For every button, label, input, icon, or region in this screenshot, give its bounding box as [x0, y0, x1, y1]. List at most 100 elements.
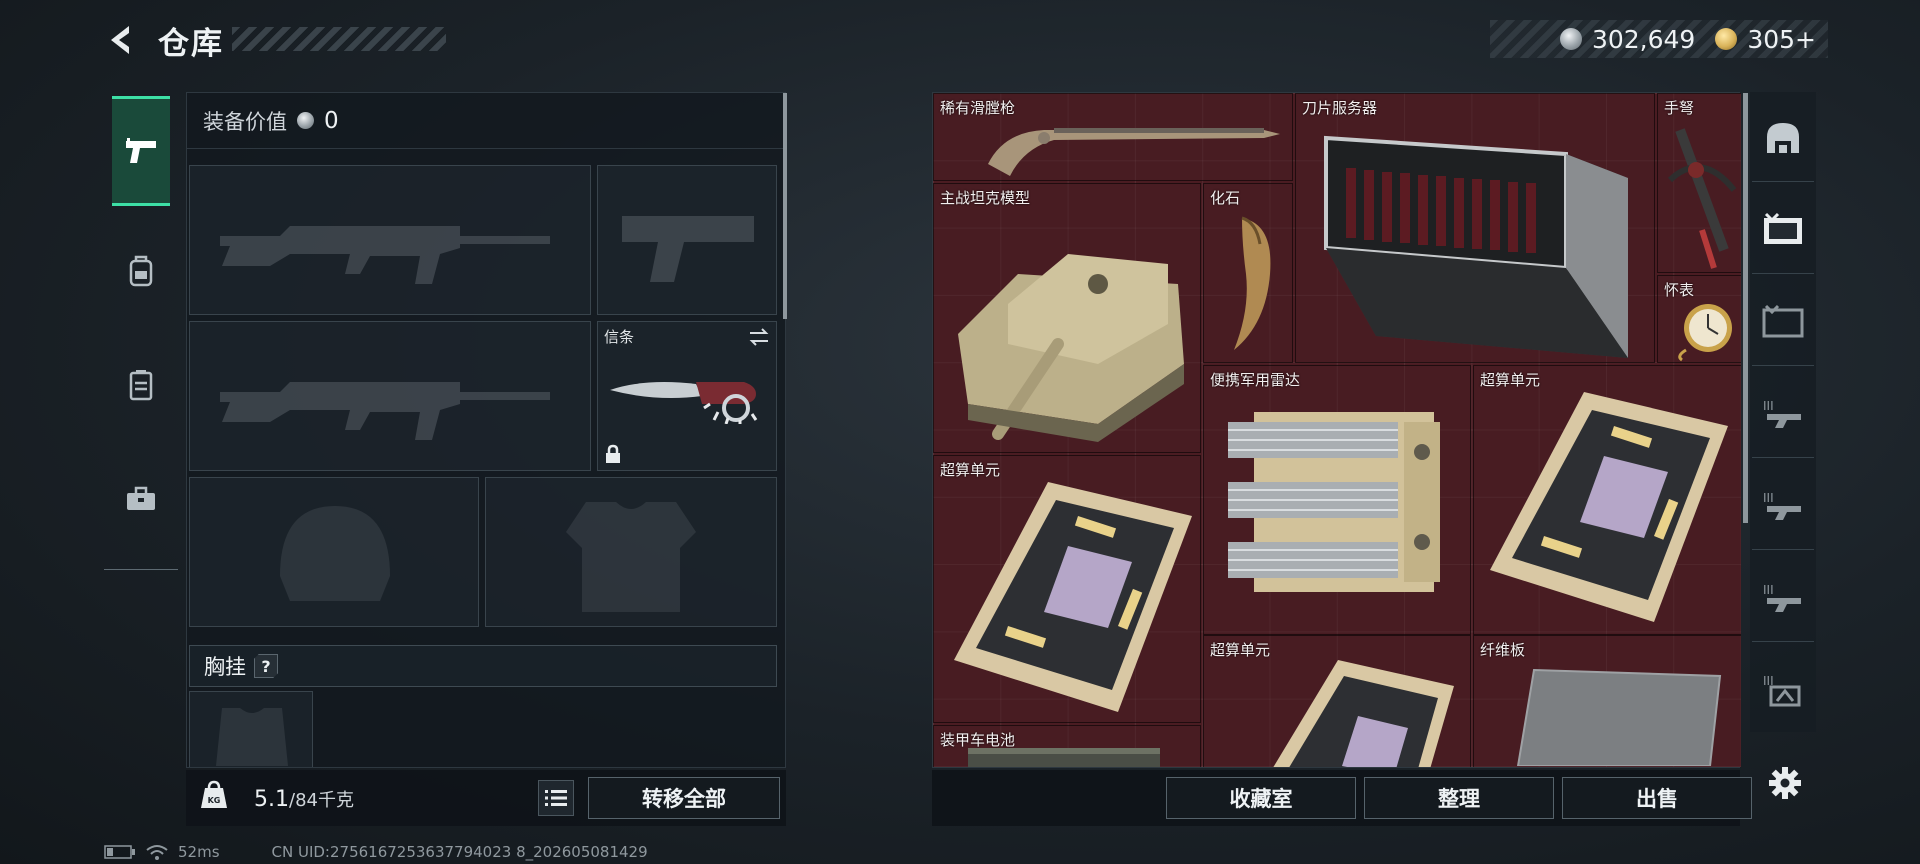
equipment-value: 0	[324, 107, 339, 134]
warehouse-stash: 稀有滑膛枪 刀片服务器 手弩 主战坦克模型 化石 怀表 便携军用雷达 超算单元 …	[932, 92, 1748, 768]
item-name: 化石	[1210, 189, 1241, 207]
tier3-weapon-icon: III	[1763, 399, 1801, 428]
carry-weight: 5.1/84千克	[254, 786, 354, 812]
page-title: 仓库	[158, 26, 224, 62]
stash-item-fiberboard[interactable]: 纤维板	[1473, 635, 1741, 767]
wifi-icon	[146, 845, 168, 860]
transfer-all-button[interactable]: 转移全部	[588, 777, 780, 819]
chest-rig-slot[interactable]	[189, 691, 313, 767]
supercomputer-unit-icon	[1273, 660, 1454, 767]
supercomputer-unit-icon	[954, 482, 1192, 712]
collection-room-button[interactable]: 收藏室	[1166, 777, 1356, 819]
filter-voucher-outline[interactable]	[1752, 276, 1814, 366]
stash-filter-rail: III III III III	[1750, 92, 1816, 732]
back-button[interactable]	[100, 18, 144, 62]
filter-tier3-armor[interactable]: III	[1752, 644, 1814, 734]
stash-item-pocket-watch[interactable]: 怀表	[1657, 275, 1741, 363]
body-armor-silhouette-icon	[566, 502, 696, 612]
list-icon	[545, 790, 567, 806]
filter-tier3-weapon[interactable]: III	[1752, 368, 1814, 458]
filter-helmet[interactable]	[1752, 92, 1814, 182]
backpack-icon	[129, 255, 153, 287]
swap-icon[interactable]	[748, 328, 770, 346]
filter-tier3-rifle[interactable]: III	[1752, 552, 1814, 642]
primary-weapon-slot[interactable]	[189, 165, 591, 315]
loadout-panel: 装备价值 0 信条 胸挂 ?	[186, 92, 787, 768]
svg-text:III: III	[1763, 583, 1774, 597]
loadout-scrollbar[interactable]	[783, 93, 787, 319]
stash-grid: 稀有滑膛枪 刀片服务器 手弩 主战坦克模型 化石 怀表 便携军用雷达 超算单元 …	[933, 93, 1741, 767]
category-backpack[interactable]	[112, 216, 170, 326]
category-locker[interactable]	[112, 330, 170, 440]
category-toolbox[interactable]	[112, 444, 170, 554]
category-weapons[interactable]	[112, 96, 170, 206]
equipment-value-header: 装备价值 0	[187, 93, 785, 149]
gold-currency-value[interactable]: 305+	[1747, 25, 1816, 54]
weight-kg-icon: KG	[201, 780, 227, 808]
melee-slot[interactable]: 信条	[597, 321, 777, 471]
category-rail	[104, 88, 178, 570]
pistol-silhouette-icon	[622, 216, 754, 282]
portable-radar-icon	[1228, 412, 1440, 592]
silver-coin-icon	[297, 112, 314, 129]
chest-rig-help-button[interactable]: ?	[254, 654, 278, 678]
stash-item-armored-vehicle-battery[interactable]: 装甲车电池	[933, 725, 1201, 767]
stash-item-fossil[interactable]: 化石	[1203, 183, 1293, 363]
stash-item-tank-model[interactable]: 主战坦克模型	[933, 183, 1201, 453]
stash-item-supercomputer-unit[interactable]: 超算单元	[933, 455, 1201, 723]
locker-icon	[129, 370, 153, 401]
svg-text:III: III	[1763, 399, 1774, 413]
lock-icon	[606, 444, 620, 463]
chest-rig-silhouette-icon	[216, 708, 288, 766]
helmet-icon	[1767, 122, 1799, 153]
sort-button[interactable]: 整理	[1364, 777, 1554, 819]
tier3-rifle-icon: III	[1763, 583, 1801, 612]
tier3-armor-icon: III	[1763, 674, 1801, 707]
tier3-gun-icon: III	[1763, 491, 1801, 520]
list-view-button[interactable]	[538, 780, 574, 816]
stash-footer: 收藏室 整理 出售	[932, 770, 1752, 826]
item-name: 主战坦克模型	[940, 189, 1031, 207]
gold-triangle-coin-icon	[1715, 28, 1738, 50]
item-name: 怀表	[1664, 281, 1695, 299]
secondary-weapon-slot[interactable]	[189, 321, 591, 471]
settings-button[interactable]	[1762, 760, 1808, 806]
sell-button[interactable]: 出售	[1562, 777, 1752, 819]
svg-text:KG: KG	[208, 796, 221, 805]
chest-rig-label: 胸挂	[204, 655, 246, 679]
back-arrow-icon	[111, 26, 129, 54]
sidearm-slot[interactable]	[597, 165, 777, 315]
stash-item-supercomputer-unit[interactable]: 超算单元	[1473, 365, 1741, 635]
assault-rifle-silhouette-icon	[220, 382, 550, 440]
body-armor-slot[interactable]	[485, 477, 777, 627]
loadout-footer: KG 5.1/84千克 转移全部	[186, 770, 786, 826]
silver-coin-icon	[1559, 28, 1582, 50]
helmet-slot[interactable]	[189, 477, 479, 627]
pocket-watch-icon	[1678, 304, 1732, 362]
stash-item-blade-server[interactable]: 刀片服务器	[1295, 93, 1655, 363]
filter-tier3-gun[interactable]: III	[1752, 460, 1814, 550]
stash-item-portable-radar[interactable]: 便携军用雷达	[1203, 365, 1471, 635]
hand-crossbow-icon	[1667, 128, 1737, 269]
stash-scrollbar[interactable]	[1743, 93, 1748, 523]
assault-rifle-silhouette-icon	[220, 226, 550, 284]
tank-model-icon	[958, 254, 1184, 442]
fossil-claw-icon	[1234, 216, 1271, 350]
stash-item-hand-crossbow[interactable]: 手弩	[1657, 93, 1741, 273]
pistol-icon	[126, 138, 156, 163]
ping-value: 52ms	[178, 843, 220, 861]
voucher-icon	[1764, 212, 1802, 244]
currency-bar: 302,649 305+	[1490, 20, 1828, 58]
system-status-line: 52ms CN UID:2756167253637794023 8_202605…	[104, 843, 648, 861]
battery-icon	[104, 845, 135, 859]
filter-voucher[interactable]	[1752, 184, 1814, 274]
equipment-value-label: 装备价值	[203, 109, 287, 134]
item-name: 刀片服务器	[1302, 99, 1378, 117]
silver-currency-value: 302,649	[1591, 24, 1696, 54]
armored-vehicle-battery-icon	[968, 748, 1160, 767]
carry-weight-current: 5.1	[254, 787, 289, 812]
stash-item-musket[interactable]: 稀有滑膛枪	[933, 93, 1293, 181]
stash-item-supercomputer-unit[interactable]: 超算单元	[1203, 635, 1471, 767]
chest-rig-header: 胸挂 ?	[189, 645, 777, 687]
toolbox-icon	[127, 486, 155, 510]
